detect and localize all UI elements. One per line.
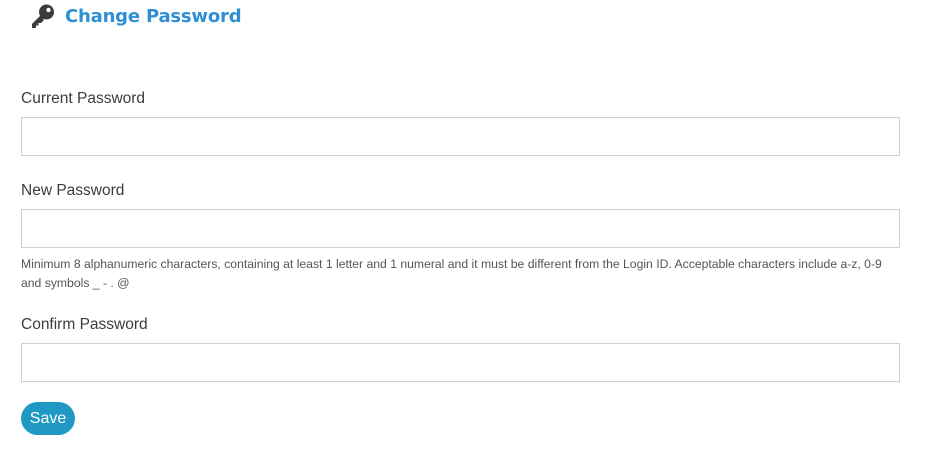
confirm-password-label: Confirm Password	[21, 316, 148, 333]
save-button[interactable]: Save	[21, 402, 75, 435]
new-password-input[interactable]	[21, 209, 900, 248]
page-title: Change Password	[65, 5, 242, 27]
password-requirements-hint: Minimum 8 alphanumeric characters, conta…	[21, 257, 882, 290]
key-icon	[29, 3, 56, 30]
new-password-group: New Password Minimum 8 alphanumeric char…	[21, 181, 901, 292]
change-password-page: Change Password Current Password New Pas…	[0, 0, 940, 458]
current-password-label: Current Password	[21, 90, 146, 107]
page-header: Change Password	[29, 2, 242, 30]
current-password-group: Current Password	[21, 89, 900, 156]
confirm-password-group: Confirm Password	[21, 315, 900, 382]
new-password-label: New Password	[21, 182, 125, 199]
current-password-input[interactable]	[21, 117, 900, 156]
confirm-password-input[interactable]	[21, 343, 900, 382]
